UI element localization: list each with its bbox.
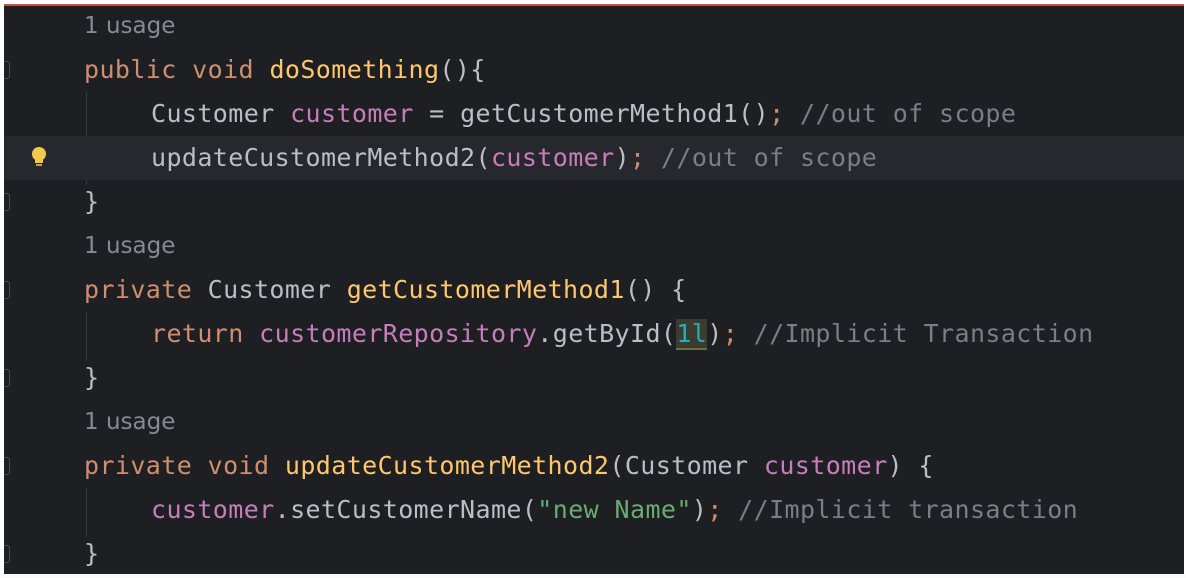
- string-literal: "new Name": [537, 495, 692, 524]
- keyword: return: [151, 319, 244, 348]
- code-line[interactable]: }: [4, 356, 1184, 400]
- code-line[interactable]: }: [4, 532, 1184, 574]
- comment: //out of scope: [660, 143, 878, 172]
- method-signature: public void doSomething(){: [84, 48, 486, 92]
- code-line[interactable]: Customer customer = getCustomerMethod1()…: [4, 92, 1184, 136]
- code-line[interactable]: private void updateCustomerMethod2(Custo…: [4, 444, 1184, 488]
- method-call: getCustomerMethod1(): [460, 99, 770, 128]
- fold-marker[interactable]: [4, 268, 12, 312]
- punctuation: () {: [624, 275, 687, 304]
- type-name: Customer: [624, 451, 749, 480]
- statement: updateCustomerMethod2(customer); //out o…: [151, 136, 877, 180]
- statement: return customerRepository.getById(1l); /…: [151, 312, 1094, 356]
- fold-marker[interactable]: [4, 180, 12, 224]
- punctuation: ): [614, 143, 631, 172]
- method-name: doSomething: [269, 55, 440, 84]
- field: customerRepository: [259, 319, 538, 348]
- parameter: customer: [763, 451, 888, 480]
- semicolon: ;: [769, 99, 785, 128]
- method-signature: private void updateCustomerMethod2(Custo…: [84, 444, 934, 488]
- method-signature: private Customer getCustomerMethod1() {: [84, 268, 687, 312]
- comment: //Implicit Transaction: [753, 319, 1094, 348]
- code-editor[interactable]: 1 usage public void doSomething(){ Custo…: [4, 4, 1184, 574]
- code-line[interactable]: customer.setCustomerName("new Name"); //…: [4, 488, 1184, 532]
- closing-brace: }: [84, 363, 100, 392]
- type-name: Customer: [207, 275, 332, 304]
- usage-hint[interactable]: 1 usage: [84, 6, 175, 46]
- code-line[interactable]: private Customer getCustomerMethod1() {: [4, 268, 1184, 312]
- punctuation: ): [691, 495, 708, 524]
- statement: Customer customer = getCustomerMethod1()…: [151, 92, 1016, 136]
- operator: =: [413, 99, 461, 128]
- keyword: public: [84, 55, 177, 84]
- type-name: Customer: [151, 99, 275, 128]
- punctuation: ): [707, 319, 723, 348]
- fold-marker[interactable]: [4, 48, 12, 92]
- statement: customer.setCustomerName("new Name"); //…: [151, 488, 1078, 532]
- usage-hint[interactable]: 1 usage: [84, 402, 175, 442]
- keyword: void: [207, 451, 270, 480]
- comment: //out of scope: [800, 99, 1017, 128]
- bottom-edge: [0, 574, 1186, 578]
- fold-marker[interactable]: [4, 356, 12, 400]
- punctuation: (: [609, 451, 625, 480]
- method-call: .getById(: [537, 319, 677, 348]
- fold-marker[interactable]: [4, 532, 12, 574]
- semicolon: ;: [707, 495, 723, 524]
- lightbulb-icon[interactable]: [30, 146, 48, 170]
- semicolon: ;: [722, 319, 739, 348]
- code-line[interactable]: }: [4, 180, 1184, 224]
- punctuation: ) {: [887, 451, 934, 480]
- closing-brace: }: [84, 539, 100, 568]
- method-call: .setCustomerName(: [274, 495, 538, 524]
- fold-marker[interactable]: [4, 444, 12, 488]
- variable: customer: [290, 99, 414, 128]
- method-name: getCustomerMethod1: [346, 275, 625, 304]
- comment: //Implicit transaction: [738, 495, 1079, 524]
- keyword: private: [84, 451, 193, 480]
- argument: customer: [490, 143, 615, 172]
- usage-hint[interactable]: 1 usage: [84, 226, 175, 266]
- current-line[interactable]: updateCustomerMethod2(customer); //out o…: [4, 136, 1184, 180]
- method-call: updateCustomerMethod2(: [151, 143, 491, 172]
- code-line[interactable]: public void doSomething(){: [4, 48, 1184, 92]
- keyword: private: [84, 275, 193, 304]
- punctuation: (){: [439, 55, 486, 84]
- keyword: void: [192, 55, 254, 84]
- method-name: updateCustomerMethod2: [284, 451, 610, 480]
- number-literal: 1l: [676, 319, 708, 350]
- semicolon: ;: [630, 143, 646, 172]
- closing-brace: }: [84, 187, 100, 216]
- code-line[interactable]: return customerRepository.getById(1l); /…: [4, 312, 1184, 356]
- variable: customer: [151, 495, 275, 524]
